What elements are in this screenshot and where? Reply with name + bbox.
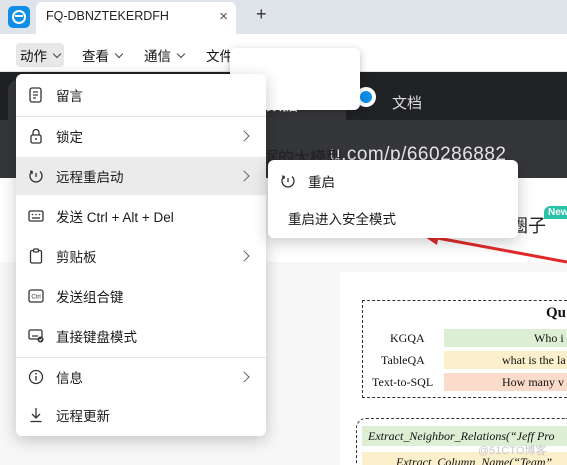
ctrl-key-icon: Ctrl — [28, 288, 44, 304]
chevron-right-icon — [238, 371, 250, 383]
menu-item-info[interactable]: 信息 — [16, 358, 266, 396]
lock-icon — [28, 128, 44, 144]
actions-dropdown: 留言 锁定 远程重启动 发送 Ctrl + Alt + Del 剪贴板 Ctrl — [16, 74, 266, 436]
menu-item-remote-reboot[interactable]: 远程重启动 — [16, 157, 266, 195]
chevron-right-icon — [238, 170, 250, 182]
menu-item-send-key-combo[interactable]: Ctrl 发送组合键 — [16, 277, 266, 315]
submenu-item-reboot[interactable]: 重启 — [268, 163, 518, 199]
download-icon — [28, 407, 44, 423]
menu-item-send-ctrl-alt-del[interactable]: 发送 Ctrl + Alt + Del — [16, 197, 266, 235]
menu-item-direct-keyboard[interactable]: 直接键盘模式 — [16, 317, 266, 355]
restart-icon — [28, 168, 44, 184]
reboot-submenu: 重启 重启进入安全模式 — [268, 160, 518, 238]
message-note-icon — [28, 87, 44, 103]
clipboard-icon — [28, 248, 44, 264]
restart-icon — [280, 173, 296, 189]
submenu-item-reboot-safe-mode[interactable]: 重启进入安全模式 — [268, 200, 518, 236]
chevron-right-icon — [238, 250, 250, 262]
menu-item-clipboard[interactable]: 剪贴板 — [16, 237, 266, 275]
menu-item-lock[interactable]: 锁定 — [16, 117, 266, 155]
menu-item-message[interactable]: 留言 — [16, 76, 266, 114]
info-icon — [28, 369, 44, 385]
chevron-right-icon — [238, 130, 250, 142]
keyboard-direct-icon — [28, 328, 44, 344]
keyboard-combo-icon — [28, 208, 44, 224]
svg-text:Ctrl: Ctrl — [31, 295, 40, 301]
menu-item-remote-update[interactable]: 远程更新 — [16, 396, 266, 434]
